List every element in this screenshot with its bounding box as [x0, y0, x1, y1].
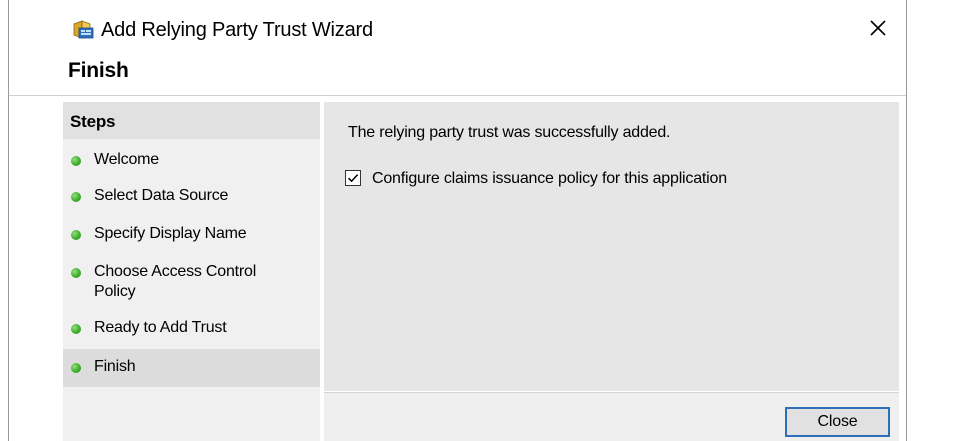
step-choose-access-control-policy: Choose Access Control Policy: [63, 259, 320, 307]
configure-claims-checkbox[interactable]: [345, 170, 361, 186]
step-complete-icon: [71, 192, 81, 202]
title-bar: Add Relying Party Trust Wizard: [9, 0, 906, 56]
step-label: Select Data Source: [94, 187, 229, 204]
step-complete-icon: [71, 363, 81, 373]
configure-claims-checkbox-label[interactable]: Configure claims issuance policy for thi…: [372, 170, 727, 188]
step-complete-icon: [71, 156, 81, 166]
step-label: Specify Display Name: [94, 225, 247, 242]
step-complete-icon: [71, 324, 81, 334]
steps-header-label: Steps: [70, 112, 116, 131]
step-ready-to-add-trust: Ready to Add Trust: [63, 315, 320, 343]
steps-panel: Steps Welcome Select Data Source Specify…: [63, 102, 320, 441]
step-specify-display-name: Specify Display Name: [63, 221, 320, 249]
step-label: Choose Access Control Policy: [94, 263, 257, 300]
window-title: Add Relying Party Trust Wizard: [101, 19, 373, 41]
step-label: Welcome: [94, 151, 159, 168]
close-button[interactable]: Close: [785, 407, 890, 437]
step-label: Ready to Add Trust: [94, 319, 227, 336]
step-complete-icon: [71, 268, 81, 278]
step-label: Finish: [94, 358, 136, 375]
checkmark-icon: [347, 174, 359, 183]
wizard-window: Add Relying Party Trust Wizard Finish St…: [8, 0, 907, 441]
step-select-data-source: Select Data Source: [63, 183, 320, 211]
step-complete-icon: [71, 230, 81, 240]
step-welcome: Welcome: [63, 147, 320, 175]
page-title: Finish: [68, 59, 129, 82]
close-icon[interactable]: [864, 14, 892, 42]
steps-header: Steps: [63, 102, 320, 139]
success-message: The relying party trust was successfully…: [348, 124, 671, 141]
button-bar: Close: [324, 392, 899, 441]
header-divider: [9, 95, 906, 96]
step-finish: Finish: [63, 349, 320, 387]
relying-party-wizard-icon: [71, 19, 95, 41]
content-panel: The relying party trust was successfully…: [324, 102, 899, 391]
